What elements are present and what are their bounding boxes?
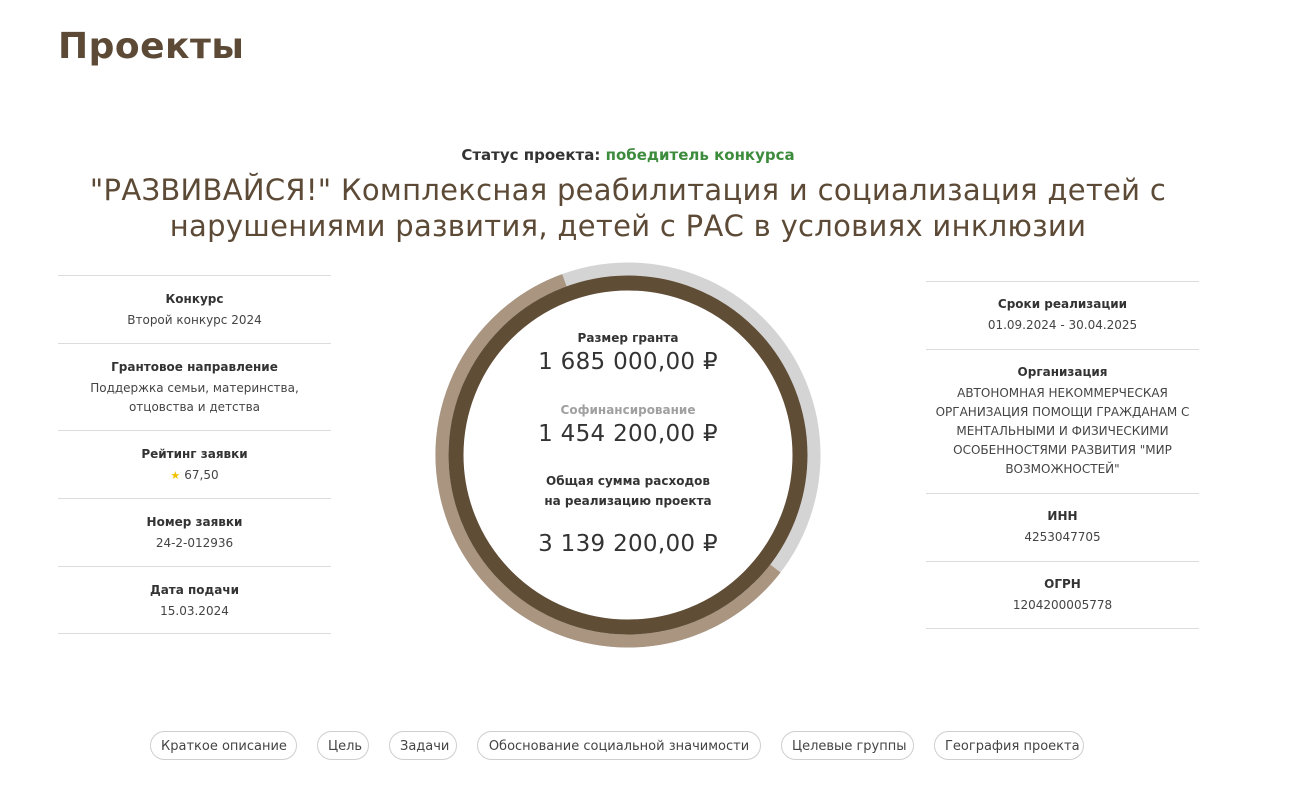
project-info-left: Конкурс Второй конкурс 2024 Грантовое на… — [58, 275, 331, 634]
total-label: Общая сумма расходов на реализацию проек… — [544, 474, 712, 508]
info-label: ОГРН — [1044, 577, 1081, 591]
info-label: Грантовое направление — [111, 360, 278, 374]
info-submission-date: Дата подачи 15.03.2024 — [58, 566, 331, 634]
grant-label: Размер гранта — [577, 331, 679, 345]
info-inn: ИНН 4253047705 — [926, 493, 1199, 561]
tab-project-geography[interactable]: География проекта — [934, 731, 1084, 760]
total-amount: 3 139 200,00 ₽ — [538, 531, 718, 557]
info-label: Рейтинг заявки — [141, 447, 248, 461]
tab-target-groups[interactable]: Целевые группы — [781, 731, 914, 760]
project-tabs: Краткое описание Цель Задачи Обоснование… — [0, 731, 1290, 762]
tab-goal[interactable]: Цель — [317, 731, 369, 760]
info-label: Организация — [1017, 365, 1108, 379]
info-label: ИНН — [1047, 509, 1078, 523]
info-value: 1204200005778 — [1012, 598, 1113, 612]
project-status: Статус проекта: победитель конкурса — [0, 146, 1256, 164]
page-title: Проекты — [58, 26, 245, 67]
info-value: Поддержка семьи, материнства, отцовства … — [90, 381, 299, 414]
info-grant-direction: Грантовое направление Поддержка семьи, м… — [58, 343, 331, 430]
info-label: Сроки реализации — [997, 297, 1128, 311]
status-label: Статус проекта: — [461, 146, 601, 164]
info-label: Дата подачи — [150, 583, 239, 597]
info-value: Второй конкурс 2024 — [127, 313, 262, 327]
finance-ring: Размер гранта 1 685 000,00 ₽ Софинансиро… — [432, 259, 824, 651]
grant-amount: 1 685 000,00 ₽ — [538, 349, 718, 375]
info-implementation-period: Сроки реализации 01.09.2024 - 30.04.2025 — [926, 281, 1199, 349]
info-label: Конкурс — [165, 292, 224, 306]
info-rating: Рейтинг заявки ★ 67,50 — [58, 430, 331, 498]
info-value: 4253047705 — [1024, 530, 1101, 544]
tab-short-description[interactable]: Краткое описание — [150, 731, 297, 760]
info-value: 24-2-012936 — [155, 536, 234, 550]
rating-value: 67,50 — [184, 468, 219, 482]
info-contest: Конкурс Второй конкурс 2024 — [58, 275, 331, 343]
info-application-number: Номер заявки 24-2-012936 — [58, 498, 331, 566]
info-value: АВТОНОМНАЯ НЕКОММЕРЧЕСКАЯ ОРГАНИЗАЦИЯ ПО… — [935, 386, 1190, 476]
cofinancing-label: Софинансирование — [560, 403, 696, 417]
info-ogrn: ОГРН 1204200005778 — [926, 561, 1199, 629]
tab-social-significance[interactable]: Обоснование социальной значимости — [477, 731, 761, 760]
info-organization: Организация АВТОНОМНАЯ НЕКОММЕРЧЕСКАЯ ОР… — [926, 349, 1199, 493]
status-value: победитель конкурса — [605, 146, 795, 164]
project-title: "РАЗВИВАЙСЯ!" Комплексная реабилитация и… — [89, 173, 1167, 243]
info-label: Номер заявки — [146, 515, 243, 529]
info-value: 15.03.2024 — [160, 604, 229, 618]
star-icon: ★ — [170, 469, 181, 482]
tab-tasks[interactable]: Задачи — [389, 731, 457, 760]
info-value-rating: ★ 67,50 — [58, 466, 331, 485]
project-info-right: Сроки реализации 01.09.2024 - 30.04.2025… — [926, 281, 1199, 629]
finance-summary: Размер гранта 1 685 000,00 ₽ Софинансиро… — [432, 259, 824, 651]
info-value: 01.09.2024 - 30.04.2025 — [987, 318, 1138, 332]
cofinancing-amount: 1 454 200,00 ₽ — [538, 421, 718, 447]
